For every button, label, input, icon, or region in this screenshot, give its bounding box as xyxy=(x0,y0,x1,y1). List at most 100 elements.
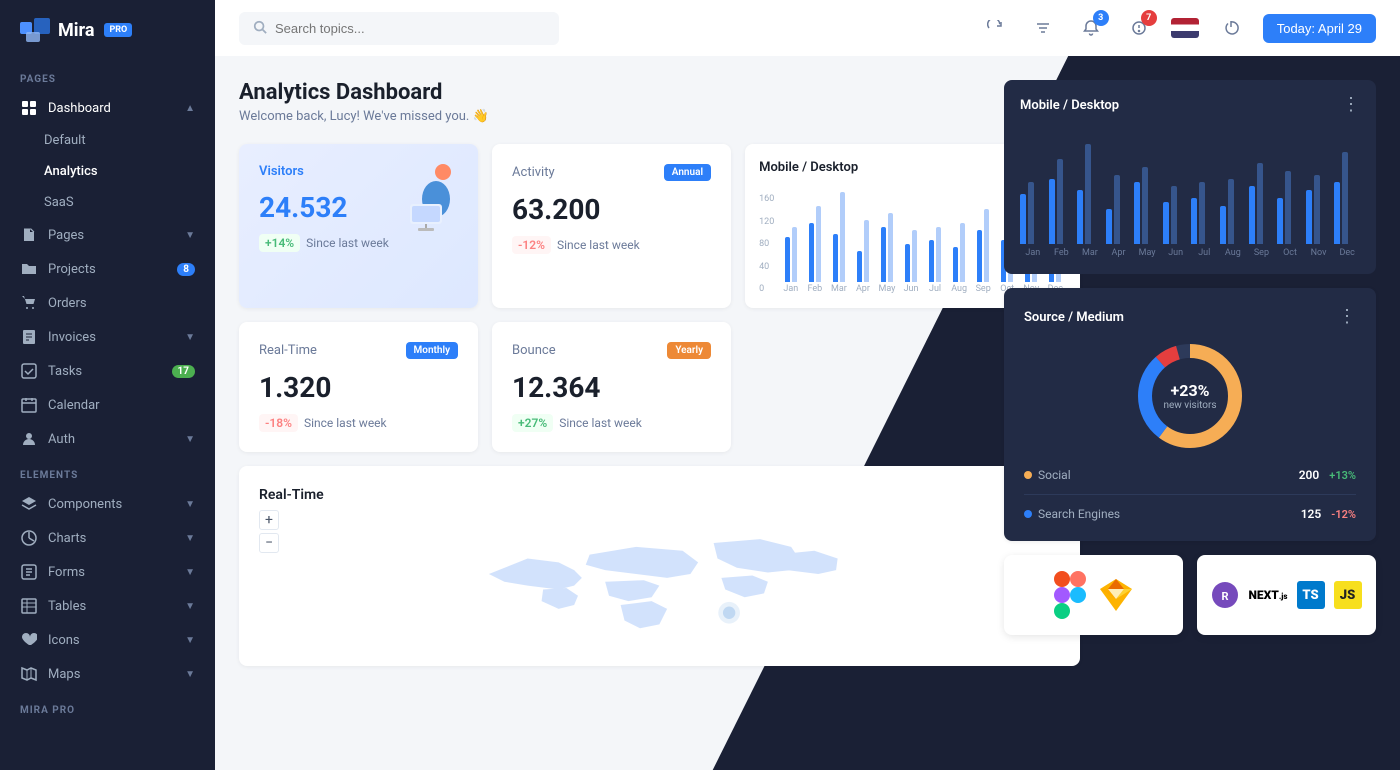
source-medium-card: Source / Medium ⋮ xyxy=(1004,288,1376,541)
realtime-value: 1.320 xyxy=(259,371,458,404)
today-button[interactable]: Today: April 29 xyxy=(1263,14,1376,43)
sidebar-item-forms[interactable]: Forms ▼ xyxy=(0,555,215,589)
search-box[interactable] xyxy=(239,12,559,45)
sidebar-item-calendar[interactable]: Calendar xyxy=(0,388,215,422)
social-change: +13% xyxy=(1329,469,1356,482)
sidebar-item-maps[interactable]: Maps ▼ xyxy=(0,657,215,691)
sidebar-item-projects[interactable]: Projects 8 xyxy=(0,252,215,286)
source-row-social: Social 200 +13% xyxy=(1024,468,1356,482)
social-label: Social xyxy=(1038,468,1071,482)
source-row-search: Search Engines 125 -12% xyxy=(1024,507,1356,521)
sidebar-item-label: Tasks xyxy=(48,364,82,379)
topbar: 3 7 Today: April 29 xyxy=(215,0,1400,56)
cart-icon xyxy=(20,294,38,312)
chevron-icon: ▲ xyxy=(185,103,195,114)
language-flag[interactable] xyxy=(1171,18,1199,38)
sidebar-item-label: Auth xyxy=(48,432,75,447)
map-zoom-out[interactable]: − xyxy=(259,533,279,553)
figma-logo xyxy=(1054,571,1086,619)
check-icon xyxy=(20,362,38,380)
donut-center: +23% xyxy=(1163,381,1216,400)
search-input[interactable] xyxy=(275,21,545,36)
typescript-logo: TS xyxy=(1297,581,1325,609)
chevron-icon: ▼ xyxy=(185,533,195,544)
table-icon xyxy=(20,597,38,615)
bell-badge: 7 xyxy=(1141,10,1157,26)
pages-section-label: PAGES xyxy=(0,60,215,91)
file-icon xyxy=(20,226,38,244)
javascript-logo: JS xyxy=(1334,581,1362,609)
sidebar-item-tables[interactable]: Tables ▼ xyxy=(0,589,215,623)
logo[interactable]: Mira PRO xyxy=(0,0,215,60)
dark-content: Mobile / Desktop ⋮ JanFebMarAprMayJunJul… xyxy=(980,56,1400,659)
sidebar-item-saas[interactable]: SaaS xyxy=(0,187,215,218)
social-count: 200 xyxy=(1299,468,1320,482)
sidebar-item-dashboard[interactable]: Dashboard ▲ xyxy=(0,91,215,125)
notifications-btn[interactable]: 3 xyxy=(1075,12,1107,44)
page-title: Analytics Dashboard xyxy=(239,80,489,105)
pro-badge: PRO xyxy=(104,23,132,37)
sidebar-item-label: Maps xyxy=(48,667,80,682)
form-icon xyxy=(20,563,38,581)
sketch-logo xyxy=(1098,577,1134,613)
sidebar-item-auth[interactable]: Auth ▼ xyxy=(0,422,215,456)
chart-title: Mobile / Desktop xyxy=(759,160,858,175)
activity-label: Activity Annual xyxy=(512,164,711,181)
bounce-value: 12.364 xyxy=(512,371,711,404)
bounce-footer: +27% Since last week xyxy=(512,414,711,432)
visitors-since: Since last week xyxy=(306,236,389,250)
search-label: Search Engines xyxy=(1038,507,1120,521)
bounce-card: Bounce Yearly 12.364 +27% Since last wee… xyxy=(492,322,731,452)
source-title: Source / Medium xyxy=(1024,310,1124,325)
map-title: Real-Time xyxy=(259,487,324,503)
activity-card: Activity Annual 63.200 -12% Since last w… xyxy=(492,144,731,308)
bell-btn[interactable]: 7 xyxy=(1123,12,1155,44)
sidebar-item-charts[interactable]: Charts ▼ xyxy=(0,521,215,555)
sidebar-item-invoices[interactable]: Invoices ▼ xyxy=(0,320,215,354)
activity-change: -12% xyxy=(512,236,551,254)
notification-badge: 3 xyxy=(1093,10,1109,26)
sidebar-item-orders[interactable]: Orders xyxy=(0,286,215,320)
sidebar-item-tasks[interactable]: Tasks 17 xyxy=(0,354,215,388)
bounce-since: Since last week xyxy=(559,416,642,430)
sidebar-item-label: Calendar xyxy=(48,398,100,413)
sidebar-item-label: Invoices xyxy=(48,330,96,345)
chevron-icon: ▼ xyxy=(185,230,195,241)
bounce-badge: Yearly xyxy=(667,342,711,359)
refresh-btn[interactable] xyxy=(979,12,1011,44)
chevron-icon: ▼ xyxy=(185,567,195,578)
chevron-icon: ▼ xyxy=(185,332,195,343)
bounce-label: Bounce Yearly xyxy=(512,342,711,359)
sidebar-item-icons[interactable]: Icons ▼ xyxy=(0,623,215,657)
search-change: -12% xyxy=(1331,508,1356,521)
sidebar-item-components[interactable]: Components ▼ xyxy=(0,487,215,521)
redux-logo: R xyxy=(1211,581,1239,609)
elements-section-label: ELEMENTS xyxy=(0,456,215,487)
app-name: Mira xyxy=(58,20,94,41)
realtime-card: Real-Time Monthly 1.320 -18% Since last … xyxy=(239,322,478,452)
logos-section: R NEXT.js TS JS xyxy=(1004,555,1376,635)
visitors-change: +14% xyxy=(259,234,300,252)
sidebar-item-label: Projects xyxy=(48,262,96,277)
heart-icon xyxy=(20,631,38,649)
sidebar-item-label: Orders xyxy=(48,296,87,311)
map-zoom-in[interactable]: + xyxy=(259,510,279,530)
sidebar-item-label: Forms xyxy=(48,565,85,580)
grid-icon xyxy=(20,99,38,117)
dark-chart-menu[interactable]: ⋮ xyxy=(1342,96,1360,114)
sidebar-subitem-label: Default xyxy=(44,133,86,148)
filter-btn[interactable] xyxy=(1027,12,1059,44)
dark-bar-chart: Mobile / Desktop ⋮ JanFebMarAprMayJunJul… xyxy=(1004,80,1376,274)
power-btn[interactable] xyxy=(1215,12,1247,44)
sidebar-item-label: Pages xyxy=(48,228,84,243)
sidebar-item-pages[interactable]: Pages ▼ xyxy=(0,218,215,252)
chevron-icon: ▼ xyxy=(185,434,195,445)
search-dot xyxy=(1024,510,1032,518)
sidebar-item-default[interactable]: Default xyxy=(0,125,215,156)
sidebar-item-analytics[interactable]: Analytics xyxy=(0,156,215,187)
source-menu[interactable]: ⋮ xyxy=(1338,308,1356,326)
chart-icon xyxy=(20,529,38,547)
receipt-icon xyxy=(20,328,38,346)
visitors-illustration xyxy=(388,154,468,234)
chevron-icon: ▼ xyxy=(185,601,195,612)
